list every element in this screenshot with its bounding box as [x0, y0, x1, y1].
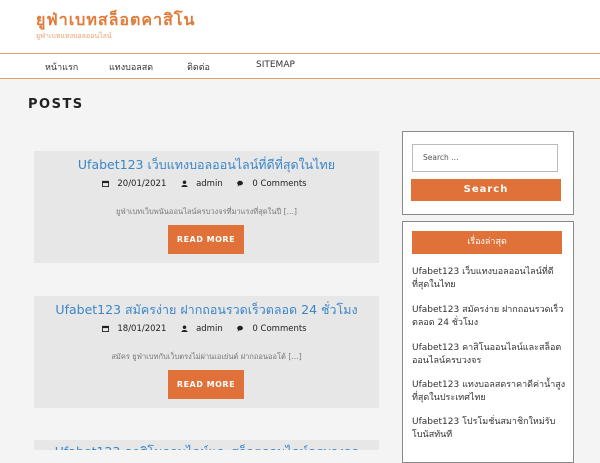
post-author[interactable]: admin	[181, 324, 227, 334]
post-meta: 20/01/2021 admin 0 Comments	[34, 179, 379, 189]
post-card: Ufabet123 สมัครง่าย ฝากถอนรวดเร็วตลอด 24…	[34, 296, 379, 408]
site-header: ยูฟ่าเบทสล็อตคาสิโน ยูฟ่าเบทแทงบอลออนไลน…	[0, 0, 600, 54]
recent-posts-widget: เรื่องล่าสุด Ufabet123 เว็บแทงบอลออนไลน์…	[402, 221, 574, 463]
posts-heading: POSTS	[28, 97, 84, 112]
nav-item-contact[interactable]: ติดต่อ	[187, 60, 210, 74]
recent-post-link[interactable]: Ufabet123 สมัครง่าย ฝากถอนรวดเร็วตลอด 24…	[412, 304, 570, 330]
recent-post-link[interactable]: Ufabet123 โปรโมชั่นสมาชิกใหม่รับโบนัสทัน…	[412, 416, 570, 442]
post-title[interactable]: Ufabet123 เว็บแทงบอลออนไลน์ที่ดีที่สุดใน…	[34, 155, 379, 175]
post-comments[interactable]: 0 Comments	[237, 179, 310, 189]
read-more-button[interactable]: READ MORE	[168, 225, 244, 254]
site-title[interactable]: ยูฟ่าเบทสล็อตคาสิโน	[36, 8, 195, 33]
post-meta: 18/01/2021 admin 0 Comments	[34, 324, 379, 334]
nav-item-sitemap[interactable]: SITEMAP	[256, 60, 295, 70]
recent-post-link[interactable]: Ufabet123 แทงบอลสดราคาดีค่าน้ำสูงที่สุดใ…	[412, 379, 570, 405]
post-date: 18/01/2021	[102, 324, 170, 334]
search-input[interactable]: Search …	[412, 144, 558, 172]
post-excerpt: ยูฟ่าเบทเว็บพนันออนไลน์ครบวงจรที่มาแรงที…	[116, 207, 297, 216]
search-widget: Search … Search	[402, 131, 574, 215]
calendar-icon	[102, 325, 110, 332]
search-button[interactable]: Search	[411, 179, 561, 201]
site-tagline: ยูฟ่าเบทแทงบอลออนไลน์	[36, 32, 112, 40]
nav-item-home[interactable]: หน้าแรก	[45, 60, 78, 74]
post-title[interactable]: Ufabet123 สมัครง่าย ฝากถอนรวดเร็วตลอด 24…	[34, 300, 379, 320]
post-card: Ufabet123 คาสิโนออนไลน์และสล็อตออนไลน์คร…	[34, 440, 379, 450]
user-icon	[181, 325, 188, 332]
post-comments[interactable]: 0 Comments	[237, 324, 310, 334]
main-nav: หน้าแรก แทงบอลสด ติดต่อ SITEMAP	[0, 54, 600, 79]
recent-post-link[interactable]: Ufabet123 คาสิโนออนไลน์และสล็อตออนไลน์คร…	[412, 342, 570, 368]
post-excerpt: สมัคร ยูฟ่าเบทกับเว็บตรงไม่ผ่านเอเย่นต์ …	[111, 352, 302, 361]
post-card: Ufabet123 เว็บแทงบอลออนไลน์ที่ดีที่สุดใน…	[34, 151, 379, 263]
nav-item-live-betting[interactable]: แทงบอลสด	[109, 60, 153, 74]
post-author[interactable]: admin	[181, 179, 227, 189]
post-date: 20/01/2021	[102, 179, 170, 189]
comments-icon	[237, 180, 244, 187]
read-more-button[interactable]: READ MORE	[168, 370, 244, 399]
recent-post-link[interactable]: Ufabet123 เว็บแทงบอลออนไลน์ที่ดีที่สุดใน…	[412, 266, 570, 292]
calendar-icon	[102, 180, 110, 187]
recent-posts-title: เรื่องล่าสุด	[412, 231, 562, 254]
post-title[interactable]: Ufabet123 คาสิโนออนไลน์และสล็อตออนไลน์คร…	[34, 442, 379, 450]
user-icon	[181, 180, 188, 187]
comments-icon	[237, 325, 244, 332]
